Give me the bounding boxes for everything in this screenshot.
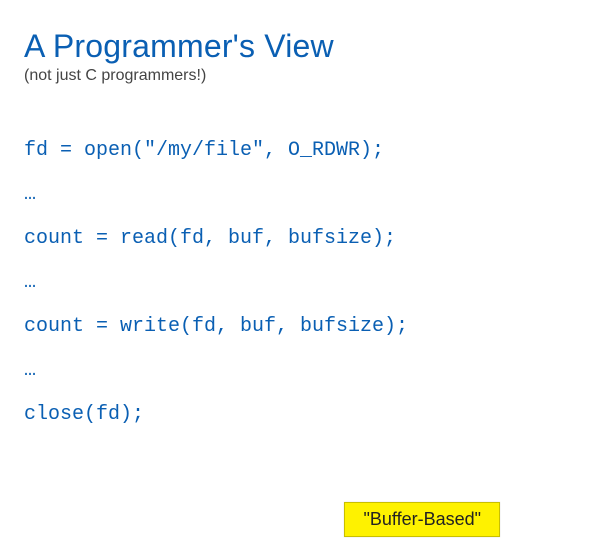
slide-title: A Programmer's View xyxy=(24,28,576,65)
ellipsis: … xyxy=(24,179,576,211)
code-line-open: fd = open("/my/file", O_RDWR); xyxy=(24,135,576,167)
code-line-close: close(fd); xyxy=(24,399,576,431)
code-line-read: count = read(fd, buf, bufsize); xyxy=(24,223,576,255)
ellipsis: … xyxy=(24,355,576,387)
code-block: fd = open("/my/file", O_RDWR); … count =… xyxy=(24,135,576,431)
ellipsis: … xyxy=(24,267,576,299)
code-line-write: count = write(fd, buf, bufsize); xyxy=(24,311,576,343)
slide-subtitle: (not just C programmers!) xyxy=(24,67,576,85)
callout-badge: "Buffer-Based" xyxy=(344,502,500,537)
